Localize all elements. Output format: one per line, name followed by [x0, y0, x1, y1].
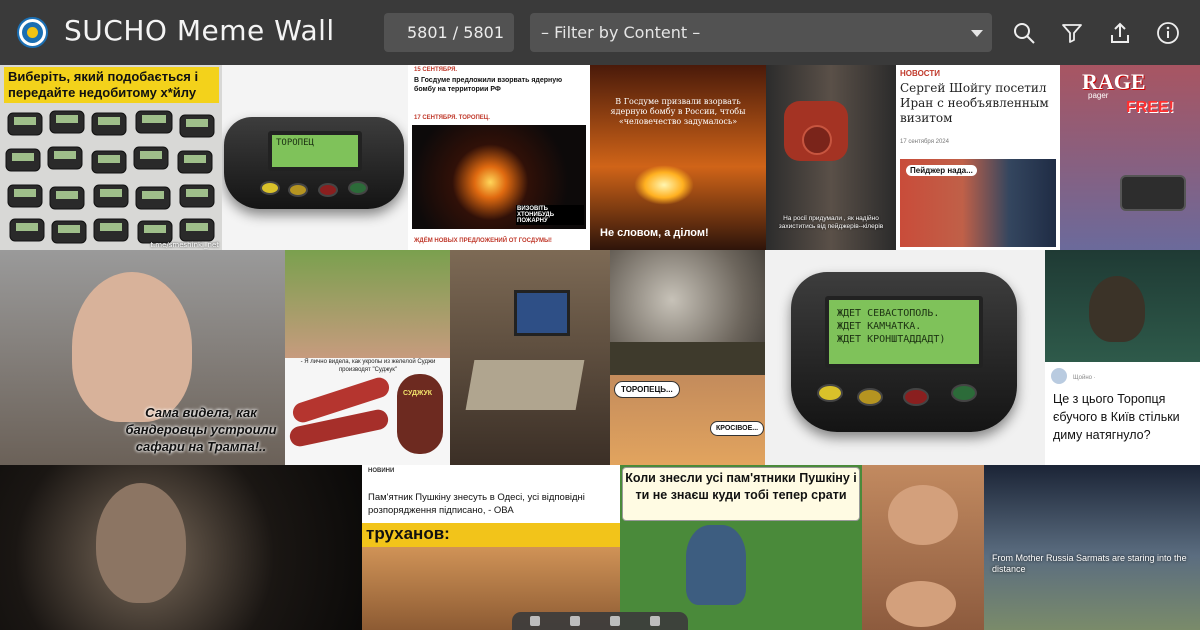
meme-tile-pushkin-odesa[interactable]: НОВИНИ Пам'ятник Пушкіну знесуть в Одесі… [362, 465, 620, 630]
app-title: SUCHO Meme Wall [64, 14, 335, 47]
meme-tile-sarmats[interactable]: From Mother Russia Sarmats are staring i… [984, 465, 1200, 630]
post-meta: Щойно · [1073, 375, 1096, 381]
toolbar-icon-3[interactable] [610, 616, 620, 626]
meme-tile-safari[interactable]: Сама видела, как бандеровцы устроили саф… [0, 250, 285, 465]
news-date: 15 СЕНТЯБРЯ. [414, 67, 458, 73]
floating-toolbar[interactable] [512, 612, 688, 630]
meme-tile-kyiv-smoke-post[interactable]: Щойно · Це з цього Торопця єбучого в Киї… [1045, 362, 1200, 465]
meme-caption: Коли знесли усі пам'ятники Пушкіну і ти … [622, 467, 860, 521]
search-icon[interactable] [1012, 21, 1036, 45]
pagers-grid-image [5, 110, 215, 244]
news-headline: Пам'ятник Пушкіну знесуть в Одесі, усі в… [368, 492, 585, 516]
meme-tile-pager-toropets[interactable]: ТОРОПЕЦ [222, 65, 408, 250]
toolbar-icon-4[interactable] [650, 616, 660, 626]
news-date-2: 17 СЕНТЯБРЯ. ТОРОПЕЦ. [414, 115, 490, 121]
meme-tile-pushkin-pigeon[interactable]: Коли знесли усі пам'ятники Пушкіну і ти … [620, 465, 862, 630]
meme-tile-gosduma-bomb[interactable]: 15 СЕНТЯБРЯ. В Госдуме предложили взорва… [408, 65, 590, 250]
meme-tile-nuclear-blast[interactable]: В Госдуме призвали взорвать ядерную бомб… [590, 65, 766, 250]
meme-caption: Сама видела, как бандеровцы устроили саф… [125, 405, 277, 454]
product-label: СУДЖУК [403, 390, 433, 397]
meme-tile-smoke-bubbles[interactable]: ТОРОПЕЦЬ... КРОСІВОЕ... [610, 375, 765, 465]
magazine-sub: pager [1088, 91, 1109, 100]
meme-tile-video-speaker[interactable] [0, 465, 362, 630]
meme-wall: Виберіть, який подобається і передайте н… [0, 65, 1200, 630]
news-footer: ЖДЁМ НОВЫХ ПРЕДЛОЖЕНИЙ ОТ ГОСДУМЫ! [414, 238, 552, 244]
toolbar-icon-2[interactable] [570, 616, 580, 626]
news-date: 17 сентября 2024 [900, 139, 949, 145]
pager-line-1: ЖДЕТ СЕВАСТОПОЛЬ. [837, 308, 940, 319]
toolbar-icon-1[interactable] [530, 616, 540, 626]
news-headline: В Госдуме предложили взорвать ядерную бо… [414, 77, 563, 93]
meme-caption: Виберіть, який подобається і передайте н… [4, 67, 219, 103]
meme-tile-forest-fire[interactable] [610, 250, 765, 375]
top-bar: SUCHO Meme Wall 5801 / 5801 – Filter by … [0, 0, 1200, 65]
news-banner: труханов: [366, 524, 450, 543]
speech-bubble-2: КРОСІВОЕ... [710, 421, 765, 436]
meme-tile-pagers-collection[interactable]: Виберіть, який подобається і передайте н… [0, 65, 222, 250]
pager-line-3: ЖДЕТ КРОНШТАДДАДТ) [837, 334, 946, 345]
chevron-down-icon [971, 30, 983, 37]
speech-bubble: Пейджер нада... [906, 165, 977, 176]
meme-headline: В Госдуме призвали взорвать ядерную бомб… [610, 97, 746, 126]
result-counter: 5801 / 5801 [384, 13, 514, 52]
magazine-free: FREE! [1126, 99, 1174, 116]
pager-line-2: ЖДЕТ КАМЧАТКА. [837, 321, 922, 332]
pager-screen: ТОРОПЕЦ [268, 131, 362, 171]
watermark: t.me/smeshinki_net [150, 241, 219, 249]
news-headline: Сергей Шойгу посетил Иран с необъявленны… [900, 81, 1049, 125]
meme-tile-rage-pager[interactable]: RAGE pager FREE! [1060, 65, 1200, 250]
speech-bubble-1: ТОРОПЕЦЬ... [614, 381, 680, 398]
meme-tile-putin-room[interactable] [450, 250, 610, 465]
news-header: НОВИНИ [368, 468, 395, 474]
news-tag: НОВОСТИ [900, 69, 941, 78]
meme-caption: На росії придумали , як надійно захистит… [778, 215, 884, 230]
info-icon[interactable] [1156, 21, 1180, 45]
meme-tile-hedgehog-fog[interactable] [1045, 250, 1200, 362]
sucho-logo[interactable] [17, 17, 48, 48]
meme-tile-sudzhuk[interactable]: - Я лично видела, как укропы из желелой … [285, 250, 450, 465]
meme-tile-rotary-phone[interactable]: На росії придумали , як надійно захистит… [766, 65, 896, 250]
meme-caption: Не словом, а ділом! [600, 227, 709, 239]
photo-label: ВИЗОВІТЬ ХТОНИБУДЬ ПОЖАРНУ [516, 205, 584, 225]
filter-select-label: – Filter by Content – [541, 23, 701, 42]
meme-caption: From Mother Russia Sarmats are staring i… [992, 553, 1187, 574]
content-filter-select[interactable]: – Filter by Content – [530, 13, 992, 52]
meme-tile-pager-cities[interactable]: ЖДЕТ СЕВАСТОПОЛЬ. ЖДЕТ КАМЧАТКА. ЖДЕТ КР… [765, 250, 1045, 465]
filter-icon[interactable] [1060, 21, 1084, 45]
share-icon[interactable] [1108, 21, 1132, 45]
meme-tile-glasses-guy[interactable] [862, 465, 984, 630]
meme-tile-shoigu-iran[interactable]: НОВОСТИ Сергей Шойгу посетил Иран с необ… [896, 65, 1060, 250]
meme-caption: - Я лично видела, как укропы из желелой … [300, 359, 436, 373]
post-text: Це з цього Торопця єбучого в Київ стільк… [1053, 392, 1180, 442]
